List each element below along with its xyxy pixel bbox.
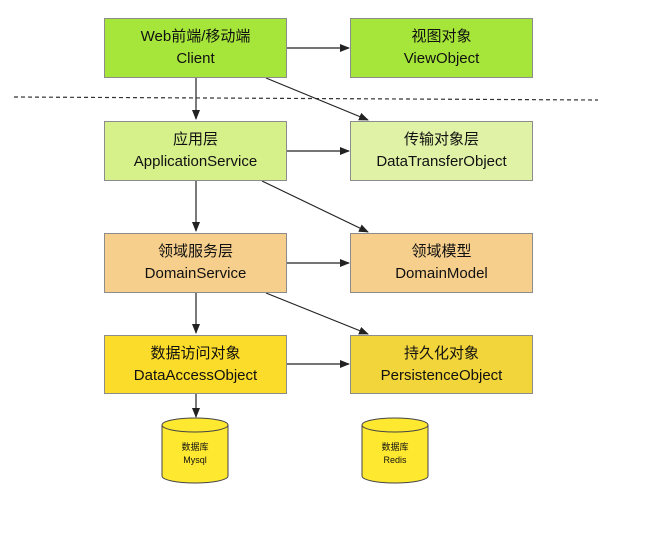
client-node-title: Web前端/移动端 (140, 28, 251, 45)
view-object-node: 视图对象 ViewObject (350, 18, 533, 78)
application-service-node-subtitle: ApplicationService (133, 153, 258, 170)
database-mysql-subtitle: Mysql (183, 455, 207, 465)
data-transfer-object-node-subtitle: DataTransferObject (376, 153, 507, 170)
persistence-object-node-subtitle: PersistenceObject (380, 366, 503, 384)
database-mysql-title: 数据库 (181, 442, 209, 452)
client-node-subtitle: Client (176, 50, 215, 67)
database-mysql-label: 数据库 Mysql (162, 441, 228, 467)
database-redis-title: 数据库 (381, 442, 409, 452)
data-transfer-object-node-title: 传输对象层 (403, 131, 479, 148)
architecture-diagram (13, 44, 599, 484)
domain-model-node: 领域模型 DomainModel (350, 233, 533, 293)
domain-model-node-title: 领域模型 (411, 243, 472, 260)
data-access-object-node: 数据访问对象 DataAccessObject (104, 335, 287, 394)
arrow-application-to-model (261, 180, 369, 233)
persistence-object-node: 持久化对象 PersistenceObject (350, 335, 533, 394)
view-object-node-title: 视图对象 (411, 28, 472, 45)
database-redis-subtitle: Redis (383, 455, 407, 465)
data-access-object-node-title: 数据访问对象 (150, 344, 241, 362)
data-transfer-object-node: 传输对象层 DataTransferObject (350, 121, 533, 181)
layer-separator-dashed-line (13, 96, 599, 101)
arrow-domain-to-persistence (265, 292, 369, 335)
persistence-object-node-title: 持久化对象 (403, 344, 479, 362)
domain-service-node-subtitle: DomainService (144, 265, 247, 282)
domain-model-node-subtitle: DomainModel (395, 265, 488, 282)
data-access-object-node-subtitle: DataAccessObject (133, 366, 258, 384)
database-redis-label: 数据库 Redis (362, 441, 428, 467)
domain-service-node: 领域服务层 DomainService (104, 233, 287, 293)
view-object-node-subtitle: ViewObject (403, 50, 480, 67)
application-service-node-title: 应用层 (172, 131, 218, 148)
application-service-node: 应用层 ApplicationService (104, 121, 287, 181)
domain-service-node-title: 领域服务层 (157, 243, 233, 260)
client-node: Web前端/移动端 Client (104, 18, 287, 78)
